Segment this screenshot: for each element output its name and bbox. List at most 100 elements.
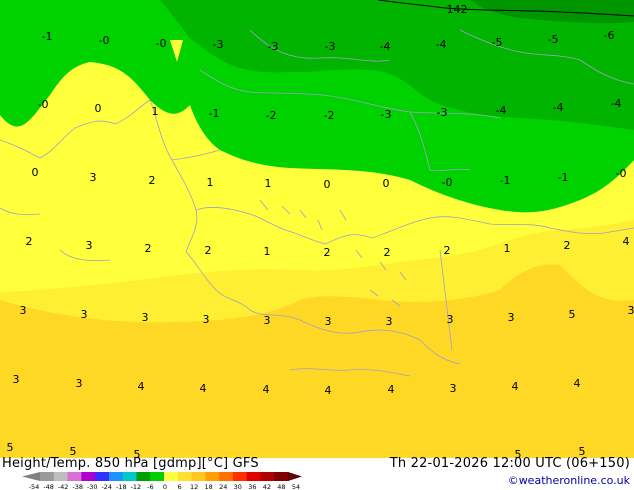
legend-swatch	[108, 472, 124, 481]
legend-arrow-right	[288, 472, 302, 481]
legend-tick-label: -12	[131, 483, 142, 490]
temperature-value: -1	[42, 30, 53, 43]
legend-tick-label: -48	[43, 483, 54, 490]
legend-swatch	[191, 472, 206, 481]
temperature-value: 4	[388, 383, 395, 396]
legend-tick-label: -30	[87, 483, 98, 490]
legend-tick-label: 12	[190, 483, 198, 490]
temperature-value: 3	[386, 315, 393, 328]
temperature-value: -4	[496, 104, 507, 117]
temperature-value: 3	[86, 239, 93, 252]
temperature-value: 3	[628, 304, 634, 317]
temperature-value: 3	[13, 373, 20, 386]
legend-tick-label: 54	[292, 483, 300, 490]
temperature-value: -1	[500, 174, 511, 187]
temperature-value: 1	[265, 177, 272, 190]
temperature-value: 2	[145, 242, 152, 255]
temperature-value: 3	[450, 382, 457, 395]
temperature-value: 4	[138, 380, 145, 393]
temperature-value: 3	[142, 311, 149, 324]
temperature-value: -5	[492, 36, 503, 49]
temperature-value: 1	[152, 105, 159, 118]
temperature-value: 3	[20, 304, 27, 317]
legend-swatch	[219, 472, 234, 481]
temperature-value: 0	[383, 177, 390, 190]
temperature-value: -3	[381, 108, 392, 121]
temperature-value: 3	[264, 314, 271, 327]
temperature-value: 2	[564, 239, 571, 252]
credit-link[interactable]: ©weatheronline.co.uk	[508, 474, 630, 487]
map-title: Height/Temp. 850 hPa [gdmp][°C] GFS	[2, 456, 259, 471]
temperature-value: -3	[268, 40, 279, 53]
legend-swatch	[95, 472, 110, 481]
legend-swatch	[232, 472, 248, 481]
temperature-value: 2	[324, 246, 331, 259]
temperature-value: -4	[553, 101, 564, 114]
legend-swatch	[260, 472, 275, 481]
legend-swatch	[164, 472, 179, 481]
temperature-value: 2	[26, 235, 33, 248]
temperature-value: 0	[32, 166, 39, 179]
legend-swatch	[136, 472, 151, 481]
legend-tick-label: -18	[116, 483, 127, 490]
legend-tick-label: 0	[163, 483, 167, 490]
temperature-value: -4	[611, 97, 622, 110]
legend-tick-label: 30	[234, 483, 242, 490]
temperature-value: 2	[205, 244, 212, 257]
temperature-value: 3	[508, 311, 515, 324]
temperature-value: 2	[384, 246, 391, 259]
temperature-value: -6	[604, 29, 615, 42]
temperature-value: -2	[266, 109, 277, 122]
temperature-value: 4	[325, 384, 332, 397]
legend-tick-label: 36	[248, 483, 256, 490]
temperature-value: -5	[548, 33, 559, 46]
temperature-value: -0	[616, 167, 627, 180]
legend-tick-label: -54	[29, 483, 40, 490]
temperature-value: 1	[207, 176, 214, 189]
temperature-value: 4	[200, 382, 207, 395]
legend-tick-label: -6	[147, 483, 153, 490]
legend-swatch	[53, 472, 69, 481]
legend-tick-label: 42	[263, 483, 271, 490]
temperature-value: -0	[442, 176, 453, 189]
temperature-value: 3	[325, 315, 332, 328]
temperature-value: -3	[213, 38, 224, 51]
legend-swatch	[177, 472, 193, 481]
color-legend: -54 -48 -42 -38 -30 -24 -18 -12 -6 0 6 12 18 24 30 36 42…	[22, 472, 302, 490]
legend-tick-label: 48	[277, 483, 285, 490]
contour-label: 142	[447, 3, 468, 16]
temperature-value: -2	[324, 109, 335, 122]
temperature-value: 2	[444, 244, 451, 257]
run-time: Th 22-01-2026 12:00 UTC (06+150)	[389, 456, 630, 471]
legend-tick-label: -38	[72, 483, 83, 490]
temperature-value: 3	[90, 171, 97, 184]
temperature-value: 0	[95, 102, 102, 115]
legend-swatch	[40, 472, 55, 481]
temperature-value: 4	[263, 383, 270, 396]
legend-swatch	[81, 472, 96, 481]
temperature-map: 142 -1 -0 -0 -3 -3 -3 -4 -4 -5 -5 -6-0 0 1 -1 -2 -2 -3 -3…	[0, 0, 634, 490]
temperature-value: -4	[436, 38, 447, 51]
temperature-value: -0	[38, 98, 49, 111]
temperature-value: -0	[99, 34, 110, 47]
temperature-value: -3	[437, 106, 448, 119]
legend-tick-label: 6	[177, 483, 181, 490]
temperature-value: 3	[447, 313, 454, 326]
temperature-value: 4	[512, 380, 519, 393]
temperature-value: -0	[156, 37, 167, 50]
temperature-value: 1	[264, 245, 271, 258]
legend-swatch	[205, 472, 220, 481]
legend-swatch	[246, 472, 261, 481]
temperature-value: -3	[325, 40, 336, 53]
temperature-value: 5	[569, 308, 576, 321]
temperature-value: 5	[7, 441, 14, 454]
legend-tick-label: 18	[205, 483, 213, 490]
legend-swatch	[67, 472, 82, 481]
legend-tick-label: -24	[101, 483, 112, 490]
temperature-value: 2	[149, 174, 156, 187]
legend-swatch	[274, 472, 289, 481]
temperature-value: 3	[203, 313, 210, 326]
legend-swatch	[150, 472, 165, 481]
temperature-value: 3	[81, 308, 88, 321]
temperature-value: -1	[558, 171, 569, 184]
